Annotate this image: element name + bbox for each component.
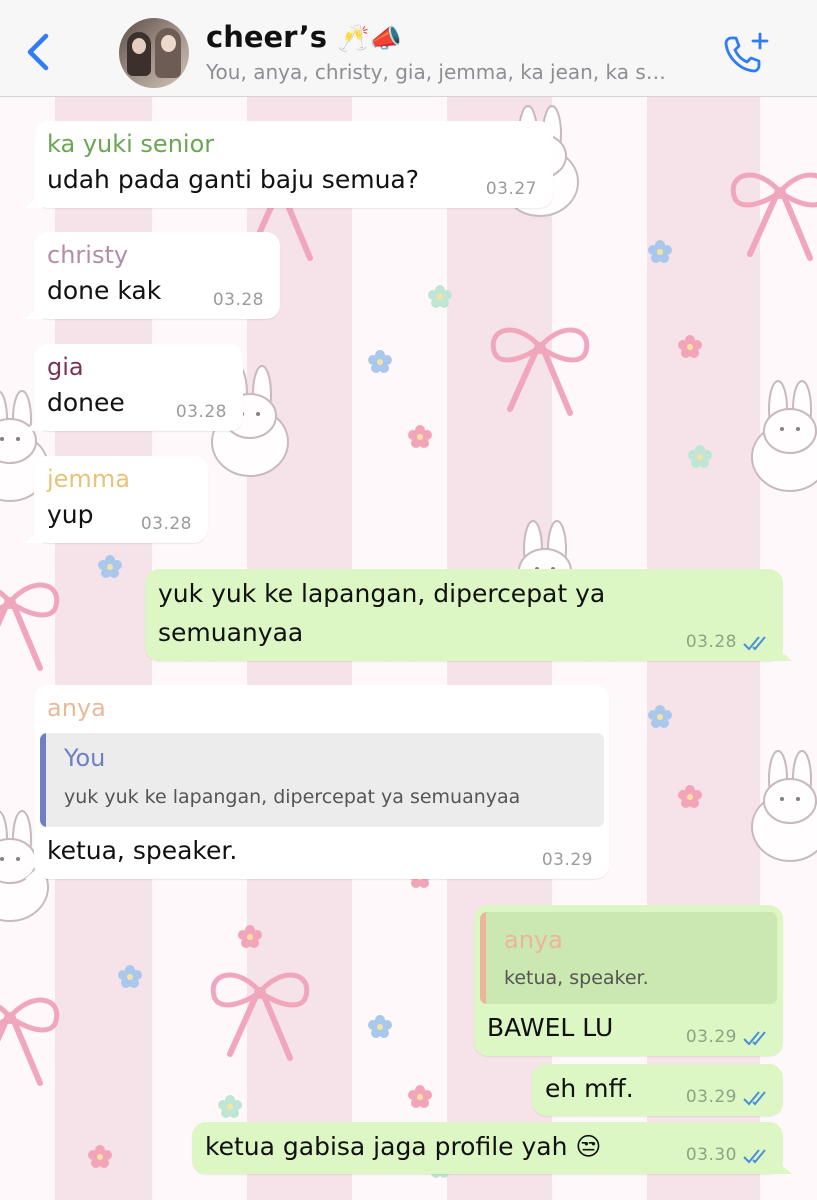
message-bubble[interactable]: christy done kak 03.28 (34, 232, 280, 319)
message-time: 03.27 (485, 179, 537, 199)
message-time: 03.29 (685, 1087, 737, 1107)
sender-name[interactable]: gia (47, 353, 84, 381)
quote-accent-bar (40, 733, 46, 827)
message-time: 03.29 (685, 1027, 737, 1047)
quoted-message[interactable]: anya ketua, speaker. (480, 912, 777, 1004)
message-time: 03.28 (140, 514, 192, 534)
message-text: BAWEL LU (487, 1013, 614, 1042)
message-time: 03.30 (685, 1145, 737, 1165)
back-chevron-icon[interactable] (22, 28, 54, 76)
read-ticks-icon (743, 1091, 766, 1106)
message-bubble[interactable]: ka yuki senior udah pada ganti baju semu… (34, 121, 553, 208)
message-bubble[interactable]: gia donee 03.28 (34, 344, 243, 431)
message-text: yup (47, 500, 94, 529)
chat-wallpaper[interactable]: ka yuki senior udah pada ganti baju semu… (0, 97, 817, 1200)
sender-name[interactable]: jemma (47, 465, 130, 493)
chat-header: cheer’s 🥂📣 You, anya, christy, gia, jemm… (0, 0, 817, 97)
message-bubble-outgoing[interactable]: yuk yuk ke lapangan, dipercepat ya semua… (145, 569, 783, 661)
group-avatar[interactable] (119, 18, 189, 88)
quoted-text: ketua, speaker. (504, 967, 649, 989)
message-text: ketua, speaker. (47, 836, 238, 865)
message-bubble-outgoing[interactable]: eh mff. 03.29 (532, 1064, 783, 1116)
message-text-line: yuk yuk ke lapangan, dipercepat ya (158, 579, 606, 608)
message-time: 03.28 (175, 402, 227, 422)
read-ticks-icon (743, 636, 766, 651)
sender-name[interactable]: christy (47, 241, 128, 269)
message-bubble[interactable]: jemma yup 03.28 (34, 456, 208, 543)
sender-name[interactable]: ka yuki senior (47, 130, 214, 158)
message-text: ketua gabisa jaga profile yah 😒 (205, 1132, 602, 1161)
message-bubble-outgoing[interactable]: ketua gabisa jaga profile yah 😒 03.30 (192, 1122, 783, 1174)
quoted-sender: You (64, 744, 106, 772)
read-ticks-icon (743, 1149, 766, 1164)
message-text: donee (47, 388, 125, 417)
message-text-line: semuanyaa (158, 618, 304, 647)
message-text: done kak (47, 276, 162, 305)
message-time: 03.29 (541, 850, 593, 870)
quote-accent-bar (480, 912, 486, 1004)
sender-name[interactable]: anya (47, 694, 106, 722)
quoted-message[interactable]: You yuk yuk ke lapangan, dipercepat ya s… (40, 733, 604, 827)
group-title[interactable]: cheer’s 🥂📣 (206, 20, 402, 54)
message-bubble-outgoing[interactable]: anya ketua, speaker. BAWEL LU 03.29 (474, 905, 783, 1056)
message-text: eh mff. (545, 1074, 634, 1103)
group-title-emoji: 🥂📣 (337, 24, 402, 54)
message-text: udah pada ganti baju semua? (47, 165, 419, 194)
group-members-subtitle[interactable]: You, anya, christy, gia, jemma, ka jean,… (206, 60, 706, 84)
add-call-icon[interactable] (722, 30, 770, 76)
message-time: 03.28 (212, 290, 264, 310)
quoted-text: yuk yuk ke lapangan, dipercepat ya semua… (64, 786, 521, 808)
message-bubble[interactable]: anya You yuk yuk ke lapangan, dipercepat… (34, 685, 609, 879)
quoted-sender: anya (504, 926, 563, 954)
message-time: 03.28 (685, 632, 737, 652)
read-ticks-icon (743, 1031, 766, 1046)
group-name: cheer’s (206, 20, 327, 54)
